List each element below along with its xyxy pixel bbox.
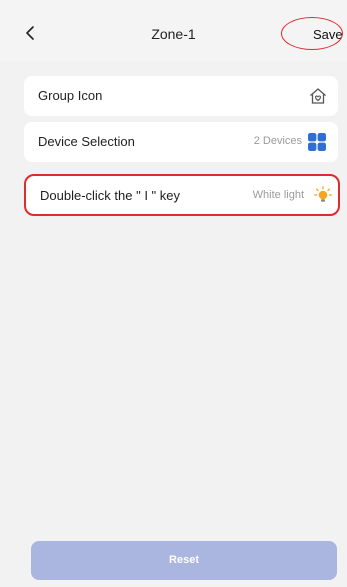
light-bulb-icon <box>313 186 333 209</box>
light-mode-value: White light <box>252 189 304 201</box>
home-heart-icon <box>308 86 328 111</box>
page-title: Zone-1 <box>151 26 196 42</box>
device-selection-label: Device Selection <box>38 134 135 149</box>
group-icon-row[interactable]: Group Icon <box>24 76 338 116</box>
double-click-key-label: Double-click the " I " key <box>40 188 181 203</box>
grid-devices-icon <box>307 132 327 157</box>
device-count-value: 2 Devices <box>253 135 302 147</box>
reset-button[interactable]: Reset <box>31 541 337 580</box>
header-bar: Zone-1 Save <box>0 0 347 62</box>
group-icon-label: Group Icon <box>38 88 103 103</box>
save-button[interactable]: Save <box>313 27 343 42</box>
device-selection-row[interactable]: Device Selection 2 Devices <box>24 122 338 162</box>
double-click-key-row[interactable]: Double-click the " I " key White light <box>24 174 340 216</box>
